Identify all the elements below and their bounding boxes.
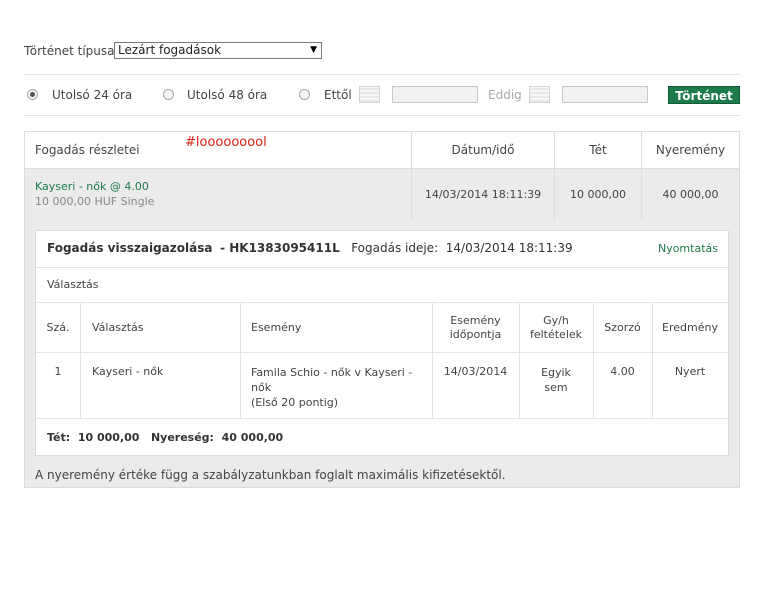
col-result: Eredmény	[662, 321, 718, 334]
confirmation-footer: Tét: 10 000,00 Nyereség: 40 000,00	[47, 431, 284, 444]
col-selection: Választás	[92, 321, 144, 334]
until-label: Eddig	[488, 88, 522, 102]
bet-history-table: Fogadás részletei #looooooool Dátum/idő …	[24, 131, 740, 488]
bet-subtitle: 10 000,00 HUF Single	[35, 195, 155, 208]
header-winnings: Nyeremény	[641, 132, 739, 168]
history-type-label: Történet típusa	[24, 44, 115, 58]
row-each-way: Egyik sem	[541, 366, 571, 394]
col-event-time: Esemény időpontja	[449, 314, 502, 341]
bet-stake: 10 000,00	[554, 169, 641, 220]
divider	[24, 74, 740, 75]
col-num: Szá.	[46, 321, 70, 334]
row-result: Nyert	[674, 365, 706, 378]
history-type-select[interactable]: Lezárt fogadások ▼	[114, 42, 322, 59]
header-datetime: Dátum/idő	[411, 132, 554, 168]
bet-time-value: 14/03/2014 18:11:39	[445, 241, 573, 255]
col-odds: Szorzó	[604, 321, 641, 334]
date-from-input[interactable]	[392, 86, 478, 103]
header-stake: Tét	[554, 132, 641, 168]
row-event: Famila Schio - nők v Kayseri - nők (Első…	[251, 366, 413, 409]
dropdown-arrow-icon: ▼	[310, 45, 317, 55]
col-event: Esemény	[251, 321, 302, 334]
col-each-way: Gy/h feltételek	[529, 314, 583, 341]
payout-note: A nyeremény értéke függ a szabályzatunkb…	[35, 468, 506, 482]
divider	[24, 115, 740, 116]
radio-from-label: Ettől	[324, 88, 352, 102]
row-num: 1	[54, 365, 62, 378]
row-event-time: 14/03/2014	[443, 365, 508, 378]
radio-last-48h[interactable]	[163, 89, 174, 100]
radio-last-48h-label: Utolsó 48 óra	[187, 88, 268, 102]
date-until-input[interactable]	[562, 86, 648, 103]
confirmation-title: Fogadás visszaigazolása	[47, 241, 213, 255]
bet-winnings: 40 000,00	[641, 169, 739, 220]
print-link[interactable]: Nyomtatás	[658, 242, 718, 255]
confirmation-ref: - HK1383095411L	[220, 241, 340, 255]
selection-section-label: Választás	[47, 278, 99, 291]
radio-last-24h[interactable]	[27, 89, 38, 100]
radio-last-24h-label: Utolsó 24 óra	[52, 88, 133, 102]
bet-details-panel: Fogadás visszaigazolása - HK1383095411L …	[25, 220, 739, 487]
radio-from[interactable]	[299, 89, 310, 100]
bet-row[interactable]: Kayseri - nők @ 4.00 10 000,00 HUF Singl…	[25, 168, 739, 220]
annotation-text: #looooooool	[185, 135, 267, 150]
bet-title[interactable]: Kayseri - nők @ 4.00	[35, 180, 149, 193]
history-type-value: Lezárt fogadások	[118, 43, 222, 57]
history-button[interactable]: Történet	[668, 86, 740, 104]
row-selection: Kayseri - nők	[92, 365, 164, 378]
bet-time-label: Fogadás ideje:	[351, 241, 439, 255]
bet-confirmation-card: Fogadás visszaigazolása - HK1383095411L …	[35, 230, 729, 456]
row-odds: 4.00	[610, 365, 635, 378]
calendar-from-icon[interactable]	[359, 86, 380, 103]
bet-datetime: 14/03/2014 18:11:39	[411, 169, 554, 220]
calendar-until-icon[interactable]	[529, 86, 550, 103]
